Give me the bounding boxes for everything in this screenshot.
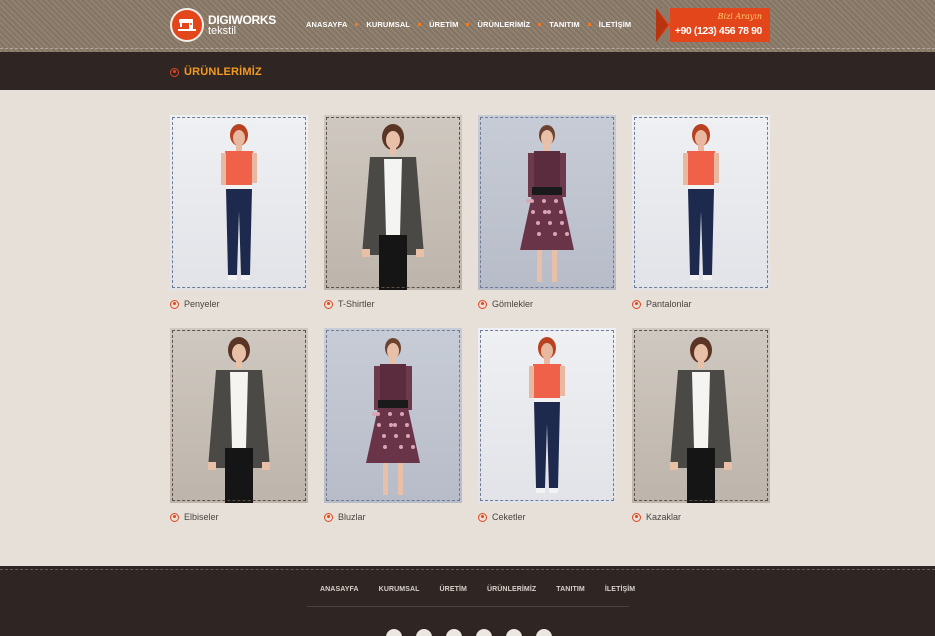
site-header: DIGIWORKS tekstil ANASAYFA KURUMSAL ÜRET…: [0, 0, 935, 52]
footer-nav-uretim[interactable]: ÜRETİM: [440, 586, 467, 593]
bullet-icon: [170, 299, 179, 309]
call-us-box[interactable]: Bizi Arayın +90 (123) 456 78 90: [656, 8, 770, 42]
nav-uretim[interactable]: ÜRETİM: [429, 20, 458, 29]
footer-nav-urunlerimiz[interactable]: ÜRÜNLERİMİZ: [487, 586, 536, 593]
product-card[interactable]: Ceketler: [478, 328, 616, 522]
social-icon[interactable]: [446, 629, 462, 636]
nav-separator: [418, 23, 422, 26]
logo-brand: DIGIWORKS: [208, 12, 276, 27]
footer-divider: [307, 606, 629, 607]
product-card[interactable]: Pantalonlar: [632, 115, 770, 309]
nav-anasayfa[interactable]: ANASAYFA: [306, 20, 347, 29]
footer-nav-anasayfa[interactable]: ANASAYFA: [320, 586, 359, 593]
bullet-icon: [632, 512, 641, 522]
product-image[interactable]: [170, 328, 308, 503]
social-links: [386, 629, 566, 636]
social-icon[interactable]: [536, 629, 552, 636]
product-label[interactable]: Kazaklar: [646, 512, 681, 522]
bullet-icon: [170, 67, 179, 77]
nav-separator: [466, 23, 470, 26]
sewing-machine-icon: [170, 8, 204, 42]
main-nav: ANASAYFA KURUMSAL ÜRETİM ÜRÜNLERİMİZ TAN…: [306, 20, 631, 29]
footer-nav-tanitim[interactable]: TANITIM: [556, 586, 585, 593]
page-title: ÜRÜNLERİMİZ: [184, 66, 262, 78]
product-label[interactable]: Gömlekler: [492, 299, 533, 309]
product-label[interactable]: T-Shirtler: [338, 299, 375, 309]
nav-separator: [355, 23, 359, 26]
ribbon-fold: [656, 8, 668, 42]
call-title: Bizi Arayın: [717, 12, 762, 21]
product-card[interactable]: Kazaklar: [632, 328, 770, 522]
nav-separator: [587, 23, 591, 26]
bullet-icon: [324, 512, 333, 522]
product-label[interactable]: Pantalonlar: [646, 299, 692, 309]
product-label[interactable]: Ceketler: [492, 512, 526, 522]
nav-iletisim[interactable]: İLETİŞİM: [599, 20, 631, 29]
footer-nav-kurumsal[interactable]: KURUMSAL: [379, 586, 420, 593]
product-image[interactable]: [478, 328, 616, 503]
product-image[interactable]: [478, 115, 616, 290]
nav-urunlerimiz[interactable]: ÜRÜNLERİMİZ: [477, 20, 530, 29]
product-card[interactable]: T-Shirtler: [324, 115, 462, 309]
bullet-icon: [170, 512, 179, 522]
nav-separator: [538, 23, 542, 26]
site-footer: ANASAYFA KURUMSAL ÜRETİM ÜRÜNLERİMİZ TAN…: [0, 566, 935, 636]
bullet-icon: [478, 512, 487, 522]
product-label[interactable]: Elbiseler: [184, 512, 219, 522]
product-card[interactable]: Penyeler: [170, 115, 308, 309]
phone-number[interactable]: +90 (123) 456 78 90: [675, 25, 763, 37]
logo[interactable]: DIGIWORKS tekstil: [170, 8, 276, 42]
nav-kurumsal[interactable]: KURUMSAL: [366, 20, 410, 29]
page-title-bar: ÜRÜNLERİMİZ: [0, 52, 935, 90]
nav-tanitim[interactable]: TANITIM: [549, 20, 580, 29]
product-card[interactable]: Bluzlar: [324, 328, 462, 522]
bullet-icon: [478, 299, 487, 309]
social-icon[interactable]: [506, 629, 522, 636]
bullet-icon: [324, 299, 333, 309]
social-icon[interactable]: [416, 629, 432, 636]
product-card[interactable]: Elbiseler: [170, 328, 308, 522]
product-image[interactable]: [632, 115, 770, 290]
product-label[interactable]: Bluzlar: [338, 512, 366, 522]
product-image[interactable]: [324, 328, 462, 503]
social-icon[interactable]: [476, 629, 492, 636]
product-image[interactable]: [632, 328, 770, 503]
product-card[interactable]: Gömlekler: [478, 115, 616, 309]
bullet-icon: [632, 299, 641, 309]
product-image[interactable]: [170, 115, 308, 290]
product-image[interactable]: [324, 115, 462, 290]
footer-nav: ANASAYFA KURUMSAL ÜRETİM ÜRÜNLERİMİZ TAN…: [320, 586, 655, 593]
social-icon[interactable]: [386, 629, 402, 636]
footer-nav-iletisim[interactable]: İLETİŞİM: [605, 586, 635, 593]
product-label[interactable]: Penyeler: [184, 299, 220, 309]
